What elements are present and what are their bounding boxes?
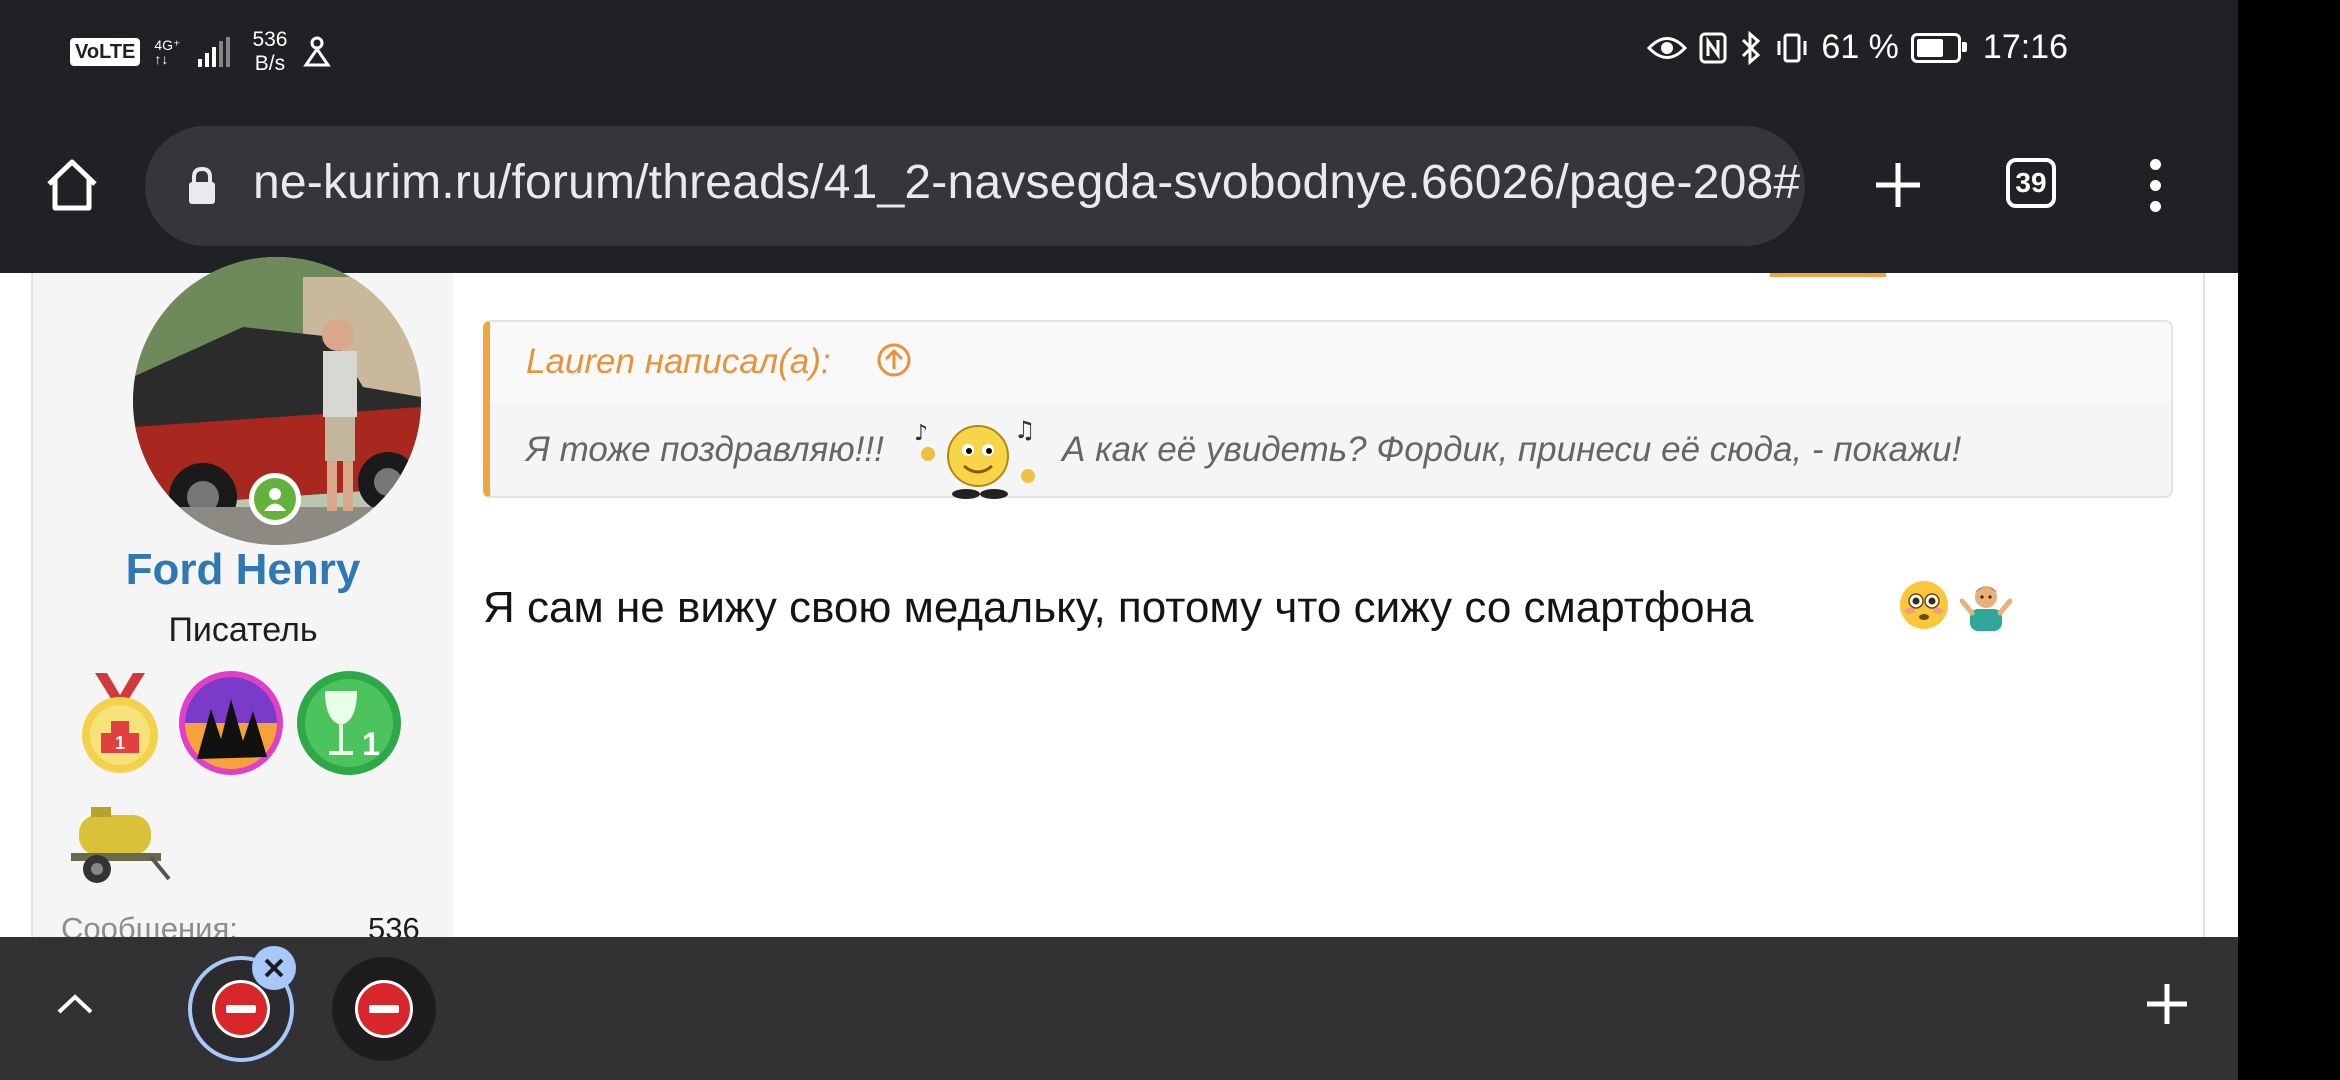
tab-switcher-button[interactable]: 39 [2006, 158, 2056, 208]
singing-smiley-icon: ♪ ♫ [914, 420, 1036, 499]
user-rank: Писатель [168, 611, 318, 649]
expand-tabs-button[interactable] [44, 973, 106, 1035]
close-tab-button[interactable] [252, 946, 296, 990]
glass-award-icon[interactable]: 1 [295, 669, 403, 777]
status-bar: VoLTE 4G⁺ ↑↓ 536 B/s 61 % 17:16 [0, 0, 2238, 105]
close-icon [264, 958, 284, 978]
caret-up-icon [57, 994, 93, 1014]
battery-icon [1910, 32, 1967, 63]
username[interactable]: Ford Henry [33, 545, 453, 595]
medal-award-icon[interactable]: 1 [75, 673, 165, 777]
flushed-face-icon [1900, 581, 1948, 629]
network-speed: 536 B/s [252, 28, 288, 75]
quote-text-end: А как её увидеть? Фордик, принеси её сюд… [1062, 430, 1962, 469]
svg-text:1: 1 [362, 726, 380, 762]
home-button[interactable] [40, 153, 104, 217]
battery-percent: 61 % [1821, 28, 1899, 66]
plus-icon [2147, 984, 2187, 1024]
bluetooth-icon [1742, 30, 1761, 65]
user-icon [264, 488, 286, 511]
button-edge [1770, 273, 1886, 277]
address-bar[interactable]: ne-kurim.ru/forum/threads/41_2-navsegda-… [145, 126, 1805, 246]
quote-block: Lauren написал(а): Я тоже поздравляю!!! … [483, 320, 2173, 499]
user-info-column: Ford Henry Писатель 1 1 Сообщения: 536 [33, 257, 453, 946]
plus-icon [1876, 163, 1920, 207]
post-message: Я сам не вижу свою медальку, потому что … [483, 583, 1754, 632]
blocked-site-icon [212, 980, 270, 1038]
new-tab-button[interactable] [1866, 153, 1930, 217]
blocked-site-icon [355, 980, 413, 1038]
network-type: 4G⁺ ↑↓ [154, 37, 181, 67]
screen-edge [2238, 0, 2340, 1080]
svg-text:♪: ♪ [914, 421, 928, 446]
browser-toolbar: ne-kurim.ru/forum/threads/41_2-navsegda-… [0, 105, 2238, 273]
shrug-person-icon [1960, 586, 2012, 631]
svg-text:♫: ♫ [1014, 420, 1036, 444]
notification-icon [302, 36, 331, 67]
nfc-icon [1699, 32, 1727, 63]
url-text: ne-kurim.ru/forum/threads/41_2-navsegda-… [253, 156, 1801, 209]
web-page: Ford Henry Писатель 1 1 Сообщения: 536 L… [0, 257, 2238, 946]
quote-author[interactable]: Lauren написал(а): [526, 342, 831, 382]
lock-icon [189, 166, 215, 204]
tanker-award-icon[interactable] [61, 793, 171, 893]
tab-count: 39 [2015, 167, 2047, 198]
volte-indicator: VoLTE [70, 38, 141, 66]
arrow-up-icon[interactable] [876, 342, 912, 378]
eye-icon [1647, 36, 1688, 59]
online-status-badge [249, 473, 301, 525]
phone-screen: VoLTE 4G⁺ ↑↓ 536 B/s 61 % 17:16 ne-kurim… [0, 0, 2238, 1080]
more-menu-button[interactable] [2140, 153, 2170, 217]
signal-icon [198, 37, 231, 67]
add-tab-button[interactable] [2136, 973, 2198, 1035]
svg-text:1: 1 [115, 733, 125, 753]
tab-inactive[interactable] [332, 957, 436, 1061]
party-award-icon[interactable] [177, 669, 285, 777]
quote-text-start: Я тоже поздравляю!!! [526, 430, 884, 469]
vibrate-icon [1777, 33, 1807, 62]
tab-strip [0, 937, 2238, 1080]
clock: 17:16 [1982, 28, 2068, 66]
home-icon [47, 159, 97, 211]
